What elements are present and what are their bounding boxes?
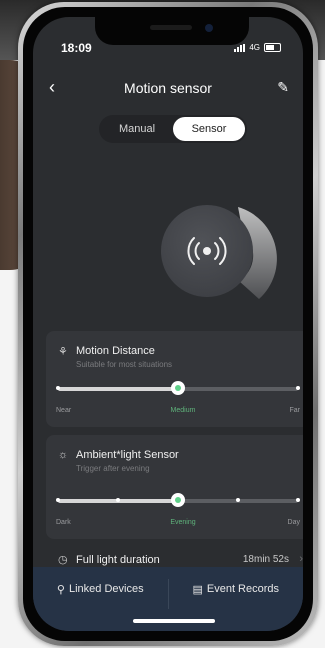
header: ‹ Motion sensor ✎ [33, 77, 303, 101]
slider-step-dot [56, 386, 60, 390]
clock-icon: ◷ [58, 554, 68, 566]
scale-label-day: Day [287, 519, 300, 526]
motion-distance-card: ⚘ Motion Distance Suitable for most situ… [46, 331, 303, 427]
network-label: 4G [249, 43, 260, 52]
chevron-right-icon: › [299, 553, 303, 565]
event-records-label: Event Records [206, 583, 280, 595]
speaker [150, 25, 192, 30]
sun-icon: ☼ [58, 449, 69, 461]
scale-label-dark: Dark [56, 519, 71, 526]
slider-step-dot [236, 498, 240, 502]
scale-label-near: Near [56, 407, 72, 414]
front-camera [205, 24, 213, 32]
motion-distance-title: Motion Distance [76, 345, 155, 357]
mode-manual-button[interactable]: Manual [101, 117, 173, 141]
motion-distance-subtitle: Suitable for most situations [76, 360, 173, 369]
scale-label-medium: Medium [170, 407, 196, 414]
sensor-dial [161, 205, 277, 299]
link-icon: ⚲ [56, 584, 65, 596]
slider-step-dot [116, 498, 120, 502]
motion-distance-slider-fill [58, 387, 178, 391]
ambient-light-slider[interactable] [56, 493, 300, 507]
slider-step-dot [296, 386, 300, 390]
full-light-duration-label: Full light duration [76, 554, 160, 566]
ambient-light-card: ☼ Ambient*light Sensor Trigger after eve… [46, 435, 303, 539]
ambient-light-title: Ambient*light Sensor [76, 449, 179, 461]
ambient-light-slider-thumb[interactable] [171, 493, 185, 507]
linked-devices-label: Linked Devices [68, 583, 144, 595]
motion-distance-slider[interactable] [56, 381, 300, 395]
full-light-duration-value: 18min 52s [242, 554, 289, 565]
phone-frame: 18:09 4G ‹ Motion sensor ✎ Manual Sensor [18, 2, 318, 646]
notch [95, 17, 249, 45]
mode-sensor-button[interactable]: Sensor [173, 117, 245, 141]
battery-icon [264, 43, 281, 52]
scale-label-far: Far [289, 407, 301, 414]
ambient-light-subtitle: Trigger after evening [76, 464, 150, 473]
page-title: Motion sensor [124, 80, 212, 96]
slider-step-dot [296, 498, 300, 502]
home-indicator[interactable] [133, 619, 215, 623]
phone-bezel: 18:09 4G ‹ Motion sensor ✎ Manual Sensor [23, 7, 313, 641]
pencil-icon[interactable]: ✎ [277, 79, 289, 96]
status-time: 18:09 [61, 41, 92, 55]
scale-label-evening: Evening [170, 519, 196, 526]
slider-step-dot [56, 498, 60, 502]
signal-icon [234, 43, 246, 52]
document-icon: ▤ [192, 584, 203, 596]
photo-background: 18:09 4G ‹ Motion sensor ✎ Manual Sensor [0, 0, 325, 648]
status-indicators: 4G [234, 43, 281, 52]
app-screen: 18:09 4G ‹ Motion sensor ✎ Manual Sensor [33, 17, 303, 631]
motion-distance-slider-thumb[interactable] [171, 381, 185, 395]
mode-toggle: Manual Sensor [99, 115, 247, 143]
bottom-bar: ⚲ Linked Devices ▤ Event Records [33, 567, 303, 631]
motion-icon: ⚘ [58, 346, 68, 358]
